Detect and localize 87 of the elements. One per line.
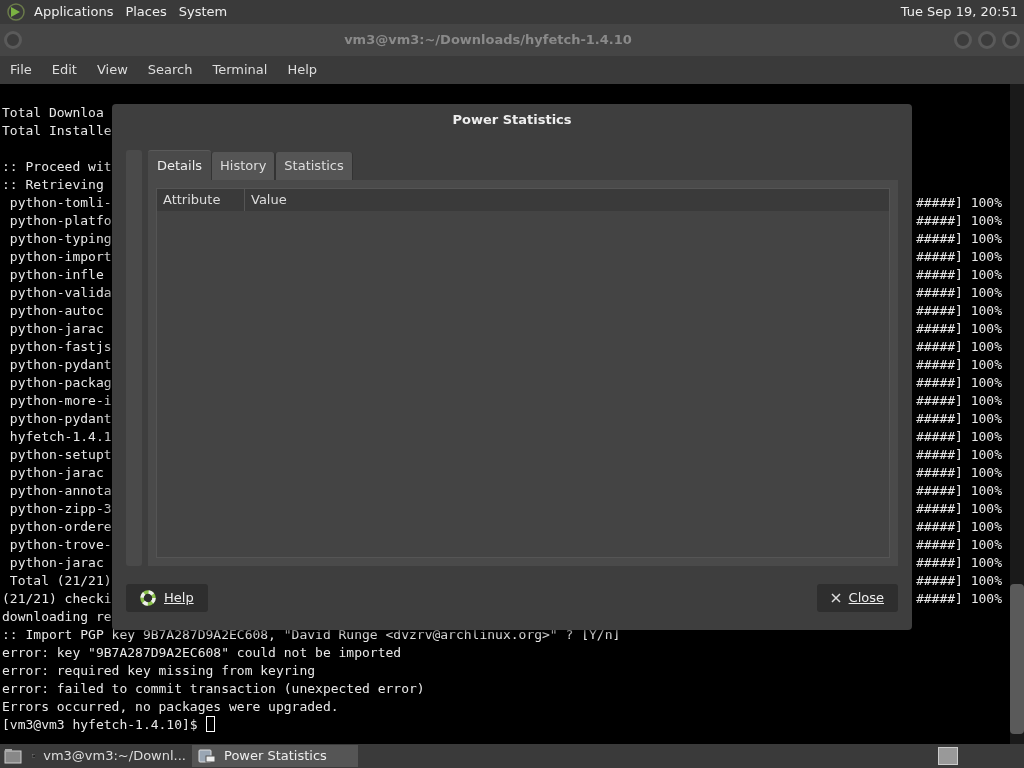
workspace-switcher[interactable]: [938, 747, 958, 765]
tab[interactable]: History: [211, 152, 276, 180]
close-icon[interactable]: [1002, 31, 1020, 49]
progress-text: #####] 100%: [915, 248, 1002, 266]
panel-menu[interactable]: System: [178, 2, 228, 22]
progress-text: #####] 100%: [915, 302, 1002, 320]
scrollbar[interactable]: [1010, 84, 1024, 744]
terminal-line: python-jarac: [8, 320, 104, 338]
progress-text: #####] 100%: [915, 410, 1002, 428]
tab[interactable]: Statistics: [275, 152, 353, 180]
menu-item[interactable]: View: [90, 60, 134, 80]
terminal-line: python-import: [8, 248, 112, 266]
progress-text: #####] 100%: [915, 428, 1002, 446]
terminal-line: python-autoc: [8, 302, 104, 320]
terminal-line: Total Downloa: [2, 104, 104, 122]
panel-menu[interactable]: Places: [125, 2, 167, 22]
progress-text: #####] 100%: [915, 374, 1002, 392]
help-button[interactable]: Help: [126, 584, 208, 612]
progress-text: #####] 100%: [915, 536, 1002, 554]
terminal-line: python-pydant: [8, 410, 112, 428]
window-menu-icon[interactable]: [4, 31, 22, 49]
terminal-line: python-trove-: [8, 536, 112, 554]
terminal-line: (21/21) checki: [2, 590, 112, 608]
terminal-line: python-tomli-: [8, 194, 112, 212]
progress-text: #####] 100%: [915, 266, 1002, 284]
terminal-line: python-ordere: [8, 518, 112, 536]
clock[interactable]: Tue Sep 19, 20:51: [900, 2, 1018, 22]
progress-text: #####] 100%: [915, 392, 1002, 410]
terminal-line: :: Retrieving: [2, 176, 104, 194]
dialog-title: Power Statistics: [452, 111, 572, 130]
terminal-line: python-platfo: [8, 212, 112, 230]
terminal-line: :: Proceed wit: [2, 158, 112, 176]
close-button[interactable]: Close: [816, 584, 898, 612]
menu-item[interactable]: File: [4, 60, 38, 80]
maximize-icon[interactable]: [978, 31, 996, 49]
close-icon: [830, 593, 841, 603]
progress-text: #####] 100%: [915, 230, 1002, 248]
progress-text: #####] 100%: [915, 572, 1002, 590]
lifebuoy-icon: [140, 590, 156, 606]
progress-text: #####] 100%: [915, 212, 1002, 230]
terminal-line: Total (21/21): [8, 572, 112, 590]
panel-menu[interactable]: Applications: [34, 2, 114, 22]
taskbar-item[interactable]: vm3@vm3:~/Downl...: [26, 745, 192, 767]
progress-text: #####] 100%: [915, 554, 1002, 572]
terminal-line: python-jarac: [8, 464, 104, 482]
progress-text: #####] 100%: [915, 518, 1002, 536]
terminal-line: python-fastjs: [8, 338, 112, 356]
progress-text: #####] 100%: [915, 464, 1002, 482]
progress-text: #####] 100%: [915, 590, 1002, 608]
play-logo-icon[interactable]: [6, 2, 26, 22]
terminal-line: downloading re: [2, 608, 112, 626]
terminal-line: Total Installe: [2, 122, 112, 140]
menu-item[interactable]: Terminal: [206, 60, 274, 80]
terminal-line: python-infle: [8, 266, 104, 284]
terminal-line: python-pydant: [8, 356, 112, 374]
progress-text: #####] 100%: [915, 194, 1002, 212]
menu-item[interactable]: Help: [281, 60, 324, 80]
menu-item[interactable]: Edit: [45, 60, 83, 80]
window-title: vm3@vm3:~/Downloads/hyfetch-1.4.10: [343, 31, 633, 50]
terminal-line: Errors occurred, no packages were upgraded.: [2, 698, 339, 716]
progress-text: #####] 100%: [915, 482, 1002, 500]
terminal-line: python-setupt: [8, 446, 112, 464]
progress-text: #####] 100%: [915, 356, 1002, 374]
terminal-line: python-valida: [8, 284, 112, 302]
progress-text: #####] 100%: [915, 338, 1002, 356]
battery-monitor-icon: [198, 748, 216, 764]
column-header[interactable]: Value: [245, 189, 889, 211]
progress-text: #####] 100%: [915, 446, 1002, 464]
terminal-line: python-packag: [8, 374, 112, 392]
terminal-line: python-typing: [8, 230, 112, 248]
menu-item[interactable]: Search: [141, 60, 199, 80]
progress-text: #####] 100%: [915, 500, 1002, 518]
terminal-line: hyfetch-1.4.1: [8, 428, 112, 446]
terminal-line: python-more-i: [8, 392, 112, 410]
terminal-line: python-zipp-3: [8, 500, 112, 518]
column-header[interactable]: Attribute: [157, 189, 245, 211]
minimize-icon[interactable]: [954, 31, 972, 49]
progress-text: #####] 100%: [915, 320, 1002, 338]
terminal-line: [vm3@vm3 hyfetch-1.4.10]$: [2, 716, 199, 734]
terminal-line: error: key "9B7A287D9A2EC608" could not be imported: [2, 644, 402, 662]
terminal-line: error: required key missing from keyring: [2, 662, 316, 680]
taskbar-item[interactable]: Power Statistics: [192, 745, 358, 767]
progress-text: #####] 100%: [915, 284, 1002, 302]
terminal-line: python-jarac: [8, 554, 104, 572]
terminal-line: python-annota: [8, 482, 112, 500]
terminal-line: error: failed to commit transaction (unexpected error): [2, 680, 425, 698]
tab[interactable]: Details: [148, 150, 212, 180]
